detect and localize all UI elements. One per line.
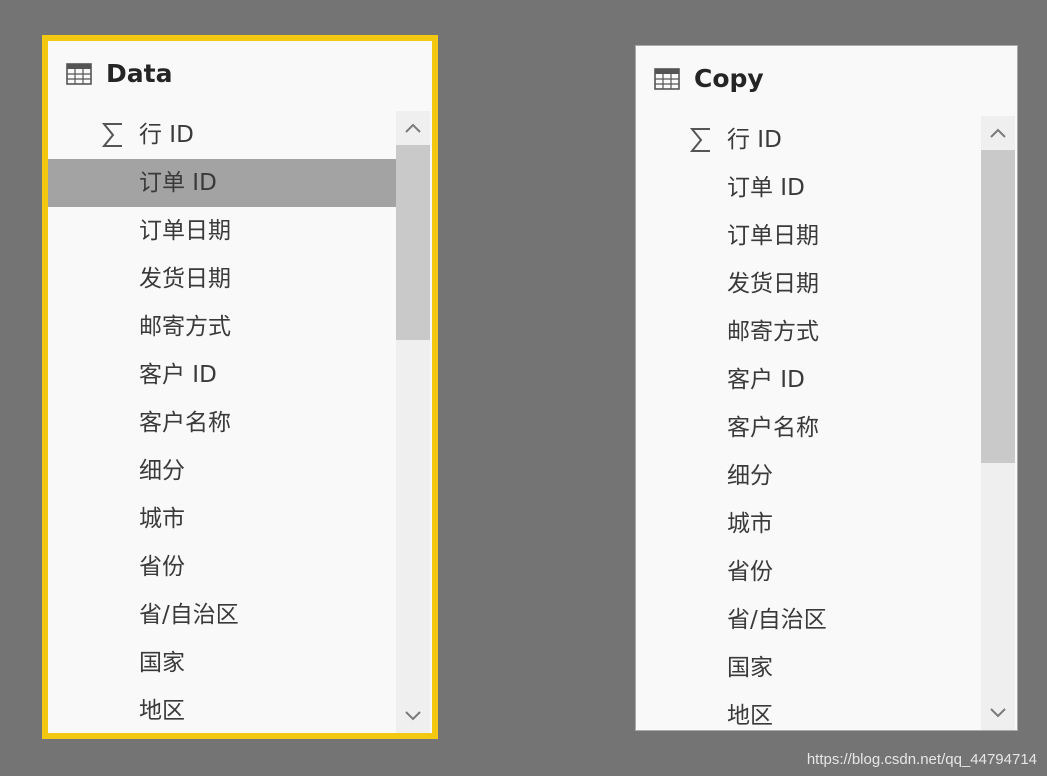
field-label: 城市 bbox=[139, 506, 185, 532]
field-row-segment[interactable]: 细分 bbox=[48, 447, 398, 495]
field-row-row-id[interactable]: 行 ID bbox=[48, 111, 398, 159]
field-row-customer-id[interactable]: 客户 ID bbox=[48, 351, 398, 399]
table-icon bbox=[654, 68, 680, 90]
sigma-icon bbox=[689, 128, 710, 152]
field-label: 订单 ID bbox=[139, 170, 217, 196]
field-label: 邮寄方式 bbox=[139, 314, 231, 340]
field-row-country[interactable]: 国家 bbox=[48, 639, 398, 687]
scrollbar-thumb[interactable] bbox=[396, 145, 430, 340]
field-row-ship-mode[interactable]: 邮寄方式 bbox=[636, 308, 983, 356]
chevron-up-icon[interactable] bbox=[981, 116, 1015, 150]
table-icon bbox=[66, 63, 92, 85]
field-row-province-region[interactable]: 省/自治区 bbox=[636, 596, 983, 644]
field-label: 省份 bbox=[139, 554, 185, 580]
field-list: 行 ID 订单 ID 订单日期 发货日期 邮寄方式 客户 ID 客户名称 细分 … bbox=[48, 111, 398, 733]
field-label: 细分 bbox=[727, 463, 773, 489]
field-row-customer-name[interactable]: 客户名称 bbox=[636, 404, 983, 452]
field-label: 客户 ID bbox=[727, 367, 805, 393]
field-label: 地区 bbox=[139, 698, 185, 724]
vertical-scrollbar[interactable] bbox=[396, 111, 430, 733]
field-label: 订单日期 bbox=[139, 218, 231, 244]
field-label: 订单日期 bbox=[727, 223, 819, 249]
field-row-order-id[interactable]: 订单 ID bbox=[636, 164, 983, 212]
field-label: 订单 ID bbox=[727, 175, 805, 201]
card-header[interactable]: Copy bbox=[636, 46, 1017, 116]
field-label: 国家 bbox=[727, 655, 773, 681]
field-label: 省份 bbox=[727, 559, 773, 585]
field-label: 邮寄方式 bbox=[727, 319, 819, 345]
field-label: 客户名称 bbox=[139, 410, 231, 436]
field-row-region[interactable]: 地区 bbox=[636, 692, 983, 730]
field-label: 客户名称 bbox=[727, 415, 819, 441]
field-row-order-date[interactable]: 订单日期 bbox=[48, 207, 398, 255]
field-row-province-region[interactable]: 省/自治区 bbox=[48, 591, 398, 639]
field-label: 细分 bbox=[139, 458, 185, 484]
card-title: Data bbox=[106, 59, 173, 88]
field-row-region[interactable]: 地区 bbox=[48, 687, 398, 733]
field-row-customer-name[interactable]: 客户名称 bbox=[48, 399, 398, 447]
field-row-customer-id[interactable]: 客户 ID bbox=[636, 356, 983, 404]
chevron-down-icon[interactable] bbox=[981, 696, 1015, 730]
field-row-segment[interactable]: 细分 bbox=[636, 452, 983, 500]
field-label: 行 ID bbox=[727, 127, 782, 153]
field-row-country[interactable]: 国家 bbox=[636, 644, 983, 692]
field-label: 行 ID bbox=[139, 122, 194, 148]
chevron-down-icon[interactable] bbox=[396, 699, 430, 733]
vertical-scrollbar[interactable] bbox=[981, 116, 1015, 730]
field-row-row-id[interactable]: 行 ID bbox=[636, 116, 983, 164]
field-label: 省/自治区 bbox=[139, 602, 239, 628]
field-label: 发货日期 bbox=[727, 271, 819, 297]
scrollbar-thumb[interactable] bbox=[981, 150, 1015, 463]
field-label: 省/自治区 bbox=[727, 607, 827, 633]
field-row-order-id[interactable]: 订单 ID bbox=[48, 159, 398, 207]
card-title: Copy bbox=[694, 64, 764, 93]
field-label: 地区 bbox=[727, 703, 773, 729]
field-row-province[interactable]: 省份 bbox=[636, 548, 983, 596]
field-row-ship-mode[interactable]: 邮寄方式 bbox=[48, 303, 398, 351]
field-row-ship-date[interactable]: 发货日期 bbox=[636, 260, 983, 308]
field-label: 客户 ID bbox=[139, 362, 217, 388]
field-row-province[interactable]: 省份 bbox=[48, 543, 398, 591]
field-row-city[interactable]: 城市 bbox=[636, 500, 983, 548]
field-list: 行 ID 订单 ID 订单日期 发货日期 邮寄方式 客户 ID 客户名称 细分 … bbox=[636, 116, 983, 730]
chevron-up-icon[interactable] bbox=[396, 111, 430, 145]
field-row-ship-date[interactable]: 发货日期 bbox=[48, 255, 398, 303]
field-row-city[interactable]: 城市 bbox=[48, 495, 398, 543]
field-label: 发货日期 bbox=[139, 266, 231, 292]
field-row-order-date[interactable]: 订单日期 bbox=[636, 212, 983, 260]
watermark-url: https://blog.csdn.net/qq_44794714 bbox=[806, 751, 1037, 768]
table-card-data[interactable]: Data 行 ID 订单 ID 订单日期 发货日期 邮寄方式 客户 ID 客户名… bbox=[42, 35, 438, 739]
field-label: 城市 bbox=[727, 511, 773, 537]
table-card-copy[interactable]: Copy 行 ID 订单 ID 订单日期 发货日期 邮寄方式 客户 ID 客户名… bbox=[635, 45, 1018, 731]
sigma-icon bbox=[101, 123, 122, 147]
card-header[interactable]: Data bbox=[48, 41, 432, 111]
field-label: 国家 bbox=[139, 650, 185, 676]
